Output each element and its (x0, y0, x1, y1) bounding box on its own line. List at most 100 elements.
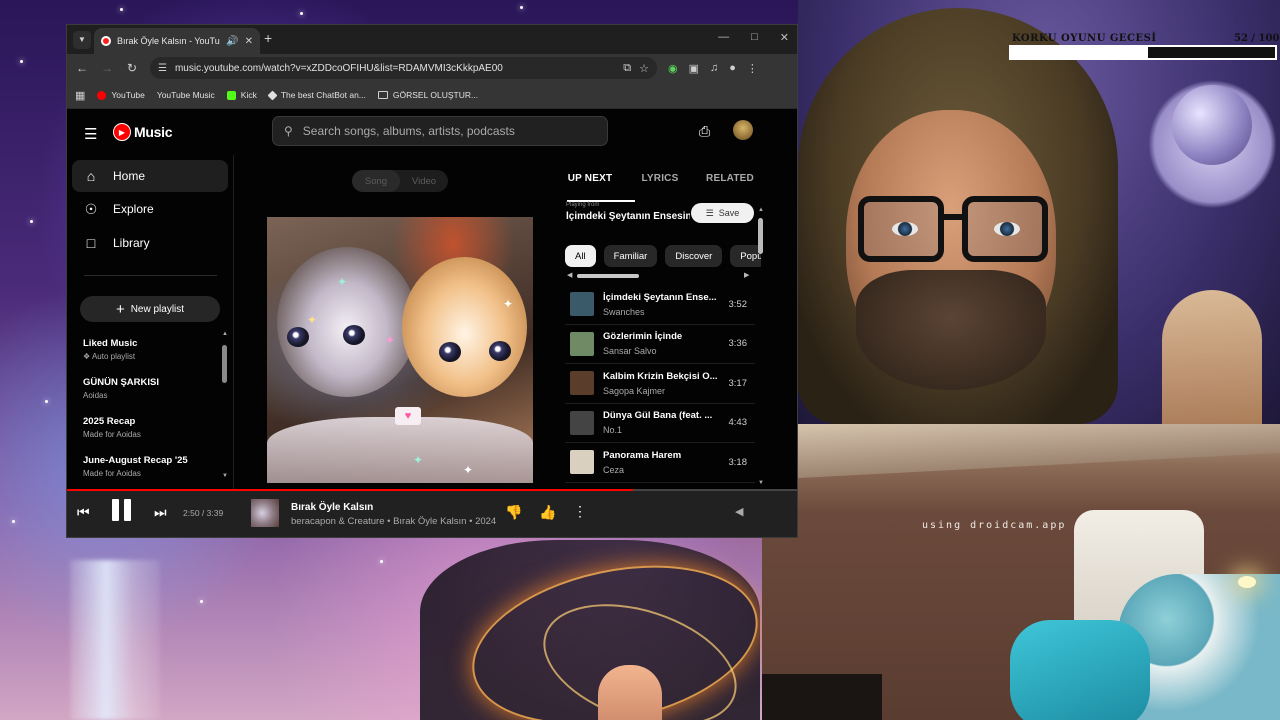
scroll-down-icon[interactable]: ▼ (758, 480, 764, 486)
tab-related[interactable]: RELATED (695, 155, 765, 201)
tab-up-next[interactable]: UP NEXT (555, 155, 625, 201)
previous-track-icon[interactable]: ⏮ (77, 504, 90, 521)
glasses (858, 196, 1048, 268)
chip-familiar[interactable]: Familiar (603, 245, 658, 267)
url-text: music.youtube.com/watch?v=xZDDcoOFIHU&li… (174, 62, 503, 74)
sparkle-icon: ✦ (413, 453, 424, 467)
tab-lyrics[interactable]: LYRICS (625, 155, 695, 201)
queue-scrollbar[interactable] (758, 218, 763, 254)
queue-item[interactable]: Kalbim Krizin Bekçisi O... Sagopa Kajmer… (565, 364, 755, 404)
queue-item[interactable]: İçimdeki Şeytanın Ense... Swanches 3:52 (565, 285, 755, 325)
forward-icon[interactable]: → (100, 61, 114, 75)
bookmark-folder-gorsel[interactable]: GÖRSEL OLUŞTUR... (377, 90, 479, 100)
menu-kebab-icon[interactable]: ⋮ (747, 62, 758, 75)
search-input[interactable] (302, 124, 596, 138)
sidebar-item-library[interactable]: □ Library (72, 227, 228, 259)
toggle-song[interactable]: Song (352, 170, 400, 192)
new-tab-button[interactable]: + (264, 30, 272, 46)
back-icon[interactable]: ← (75, 61, 89, 75)
address-bar[interactable]: ☰ music.youtube.com/watch?v=xZDDcoOFIHU&… (150, 57, 657, 79)
chip-discover[interactable]: Discover (665, 245, 723, 267)
queue-list: İçimdeki Şeytanın Ense... Swanches 3:52 … (565, 285, 755, 483)
sidebar-item-home[interactable]: ⌂ Home (72, 160, 228, 192)
up-next-panel: UP NEXT LYRICS RELATED Playing from İçim… (555, 155, 797, 489)
navigation-bar: ← → ↻ ☰ music.youtube.com/watch?v=xZDDco… (67, 54, 797, 82)
hamburger-menu-icon[interactable]: ☰ (84, 125, 97, 143)
kitten-gray (277, 247, 417, 397)
kitten-paws (267, 417, 533, 483)
avatar[interactable] (733, 120, 753, 140)
bookmark-chatbot[interactable]: The best ChatBot an... (267, 90, 366, 100)
dislike-icon[interactable]: 👎 (505, 504, 522, 521)
sidebar-item-label: Library (113, 236, 150, 250)
scroll-up-icon[interactable]: ▲ (758, 207, 764, 213)
chip-scroll-left-icon[interactable]: ◀ (567, 271, 572, 279)
playback-progress-bar[interactable] (67, 489, 797, 491)
chip-popular[interactable]: Popular (730, 245, 761, 267)
search-box[interactable]: ⚲ (272, 116, 608, 146)
media-control-icon[interactable]: ♫ (710, 62, 718, 74)
toggle-video[interactable]: Video (400, 170, 448, 192)
queue-item[interactable]: Dünya Gül Bana (feat. ... No.1 4:43 (565, 404, 755, 443)
song-video-toggle[interactable]: Song Video (352, 170, 448, 192)
speaker-icon[interactable]: 🔊 (226, 36, 238, 47)
expand-player-icon[interactable]: ◀ (735, 505, 743, 518)
chip-all[interactable]: All (565, 245, 596, 267)
dark-object (762, 674, 882, 720)
sidebar-scrollbar[interactable] (222, 345, 227, 383)
next-track-icon[interactable]: ⏭ (154, 504, 167, 521)
lamp (1238, 576, 1256, 588)
extension-shield-icon[interactable]: ◉ (668, 62, 678, 75)
pause-icon[interactable] (112, 499, 134, 525)
new-playlist-button[interactable]: + New playlist (80, 296, 220, 322)
playlist-gunun-sarkisi[interactable]: GÜNÜN ŞARKISI Aoidas (83, 377, 223, 400)
extensions-puzzle-icon[interactable]: ▣ (689, 62, 699, 75)
kick-icon (226, 90, 236, 100)
ytm-logo[interactable]: ▶ Music (113, 123, 172, 141)
now-playing-thumbnail[interactable] (251, 499, 279, 527)
bookmark-youtube-music[interactable]: YouTube Music (67, 90, 215, 118)
cast-icon[interactable]: ⎙ (699, 123, 710, 140)
bookmark-youtube[interactable]: YouTube (97, 90, 145, 100)
tab-active[interactable]: Bırak Öyle Kalsın - YouTube 🔊 ✕ (94, 28, 260, 54)
sidebar-item-explore[interactable]: ☉ Explore (72, 193, 228, 225)
playlist-2025-recap[interactable]: 2025 Recap Made for Aoidas (83, 416, 223, 439)
more-options-icon[interactable]: ⋮ (573, 503, 587, 520)
queue-item[interactable]: Gözlerimin İçinde Sansar Salvo 3:36 (565, 325, 755, 364)
album-art: ✦ ✦ ✦ ✦ ✦ ✦ ♥ (267, 217, 533, 483)
now-playing-title[interactable]: Bırak Öyle Kalsın (291, 502, 373, 513)
profile-icon[interactable]: ● (729, 62, 736, 74)
bookmark-label: GÖRSEL OLUŞTUR... (392, 90, 479, 100)
playlist-title: June-August Recap '25 (83, 455, 188, 466)
playlist-june-august-recap[interactable]: June-August Recap '25 Made for Aoidas (83, 455, 223, 478)
sidebar-divider (84, 275, 217, 276)
queue-thumbnail (570, 371, 594, 396)
tab-close-icon[interactable]: ✕ (245, 36, 253, 47)
save-button[interactable]: ☰ Save (691, 203, 754, 223)
apps-grid-icon[interactable]: ▦ (75, 89, 85, 102)
like-icon[interactable]: 👍 (539, 504, 556, 521)
queue-title: İçimdeki Şeytanın Ense... (603, 291, 717, 303)
bookmarks-bar: ▦ YouTube YouTube Music Kick The best Ch… (67, 82, 797, 118)
pin-icon: ❖ (83, 352, 92, 361)
close-window-icon[interactable]: ✕ (780, 31, 789, 44)
queue-title: Kalbim Krizin Bekçisi O... (603, 370, 718, 382)
playback-time: 2:50 / 3:39 (183, 508, 224, 518)
playlist-liked-music[interactable]: Liked Music ❖ Auto playlist (83, 338, 223, 361)
bookmark-star-icon[interactable]: ☆ (639, 62, 649, 75)
install-app-icon[interactable]: ⧉ (623, 62, 631, 75)
scroll-down-icon[interactable]: ▼ (222, 473, 228, 479)
new-playlist-label: New playlist (130, 303, 185, 315)
queue-item[interactable]: Panorama Harem Ceza 3:18 (565, 443, 755, 483)
minimize-icon[interactable]: — (718, 31, 729, 44)
site-info-icon[interactable]: ☰ (158, 63, 167, 74)
chip-scrollbar[interactable] (577, 274, 639, 278)
scroll-up-icon[interactable]: ▲ (222, 331, 228, 337)
browser-window: ▼ Bırak Öyle Kalsın - YouTube 🔊 ✕ + — □ … (66, 24, 798, 538)
maximize-icon[interactable]: □ (751, 31, 758, 44)
now-playing-subtitle[interactable]: beracapon & Creature • Bırak Öyle Kalsın… (291, 516, 496, 527)
chip-scroll-right-icon[interactable]: ▶ (744, 271, 749, 279)
tab-search-button[interactable]: ▼ (73, 30, 91, 49)
bookmark-kick[interactable]: Kick (226, 90, 257, 100)
reload-icon[interactable]: ↻ (125, 61, 139, 75)
